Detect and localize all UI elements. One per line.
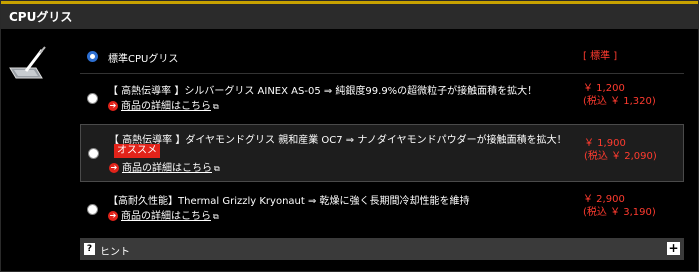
detail-link[interactable]: ➔ 商品の詳細はこちら ⧉ <box>109 159 220 174</box>
section-header: CPUグリス <box>1 1 698 29</box>
price: [ 標準 ] <box>583 50 617 63</box>
question-icon: ? <box>84 243 95 255</box>
hint-bar[interactable]: ? ヒント + <box>80 238 684 260</box>
radio-kryonaut[interactable] <box>87 204 98 215</box>
radio-diamond-grease[interactable] <box>88 148 99 159</box>
price: ￥ 1,900 (税込 ￥ 2,090) <box>584 137 657 163</box>
radio-standard[interactable] <box>87 51 98 62</box>
price-value: ￥ 1,200 <box>583 83 625 94</box>
option-silver-grease[interactable]: 【 高熱伝導率 】シルバーグリス AINEX AS-05 ⇒ 純銀度99.9%の… <box>80 74 684 120</box>
price-value: [ 標準 ] <box>583 51 618 62</box>
radio-silver-grease[interactable] <box>87 93 98 104</box>
detail-link[interactable]: ➔ 商品の詳細はこちら ⧉ <box>108 207 219 222</box>
arrow-circle-icon: ➔ <box>108 211 118 221</box>
arrow-circle-icon: ➔ <box>109 163 119 173</box>
price-incl-tax: (税込 ￥ 3,190) <box>583 207 656 218</box>
expand-plus-icon[interactable]: + <box>667 242 680 255</box>
price-value: ￥ 1,900 <box>584 138 626 149</box>
price: ￥ 1,200 (税込 ￥ 1,320) <box>583 82 656 108</box>
detail-link[interactable]: ➔ 商品の詳細はこちら ⧉ <box>108 97 219 112</box>
recommend-badge: オススメ <box>114 144 160 158</box>
option-standard[interactable]: 標準CPUグリス [ 標準 ] <box>80 42 684 72</box>
price-value: ￥ 2,900 <box>583 194 625 205</box>
external-link-icon: ⧉ <box>214 164 220 173</box>
option-label: 【高耐久性能】Thermal Grizzly Kryonaut ⇒ 乾燥に強く長… <box>108 196 470 207</box>
external-link-icon: ⧉ <box>213 102 219 111</box>
grease-applicator-icon <box>9 46 46 79</box>
option-diamond-grease[interactable]: 【 高熱伝導率 】ダイヤモンドグリス 親和産業 OC7 ⇒ ナノダイヤモンドパウ… <box>80 124 684 182</box>
external-link-icon: ⧉ <box>213 212 219 221</box>
arrow-circle-icon: ➔ <box>108 101 118 111</box>
section-title: CPUグリス <box>9 10 73 24</box>
option-label: 【 高熱伝導率 】シルバーグリス AINEX AS-05 ⇒ 純銀度99.9%の… <box>108 86 538 97</box>
price: ￥ 2,900 (税込 ￥ 3,190) <box>583 193 656 219</box>
option-label: 【 高熱伝導率 】ダイヤモンドグリス 親和産業 OC7 ⇒ ナノダイヤモンドパウ… <box>109 135 567 146</box>
price-incl-tax: (税込 ￥ 1,320) <box>583 96 656 107</box>
hint-label: ヒント <box>100 247 130 258</box>
option-kryonaut[interactable]: 【高耐久性能】Thermal Grizzly Kryonaut ⇒ 乾燥に強く長… <box>80 186 684 234</box>
price-incl-tax: (税込 ￥ 2,090) <box>584 151 657 162</box>
option-label: 標準CPUグリス <box>108 54 179 65</box>
